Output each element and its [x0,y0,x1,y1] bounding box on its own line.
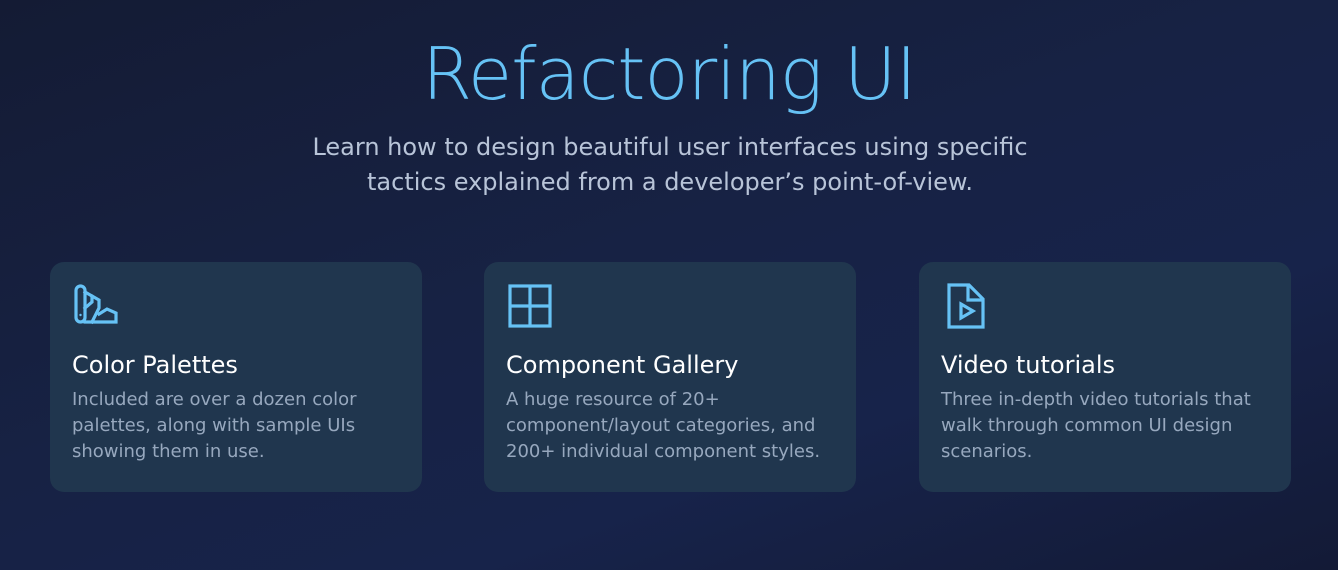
feature-card-video-tutorials: Video tutorials Three in-depth video tut… [919,262,1291,492]
feature-card-component-gallery: Component Gallery A huge resource of 20+… [484,262,856,492]
feature-description: Three in-depth video tutorials that walk… [941,389,1251,462]
feature-description: Included are over a dozen color palettes… [72,389,357,462]
feature-cards: Color Palettes Included are over a dozen… [0,262,1338,494]
feature-card-color-palettes: Color Palettes Included are over a dozen… [50,262,422,492]
grid-layout-icon [506,282,554,330]
page-subtitle: Learn how to design beautiful user inter… [312,133,1028,196]
page-title: Refactoring UI [422,32,917,116]
feature-description: A huge resource of 20+ component/layout … [506,389,821,462]
feature-title: Color Palettes [72,351,238,379]
swatch-book-icon [72,282,120,330]
feature-title: Component Gallery [506,351,739,379]
video-file-icon [941,282,989,330]
feature-title: Video tutorials [941,351,1115,379]
